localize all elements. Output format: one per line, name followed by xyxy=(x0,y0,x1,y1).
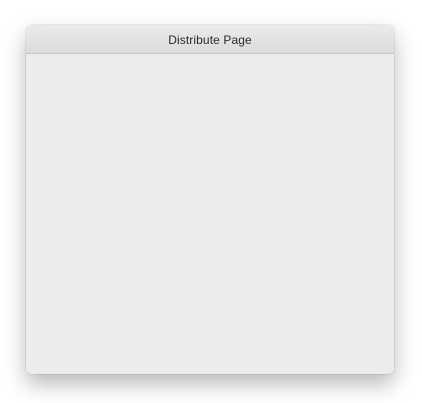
window-titlebar[interactable]: Distribute Page xyxy=(26,25,394,54)
window-title: Distribute Page xyxy=(168,32,252,47)
desktop-background: Distribute Page xyxy=(0,0,422,403)
window-content-area xyxy=(26,54,394,374)
distribute-page-window: Distribute Page xyxy=(26,25,394,374)
